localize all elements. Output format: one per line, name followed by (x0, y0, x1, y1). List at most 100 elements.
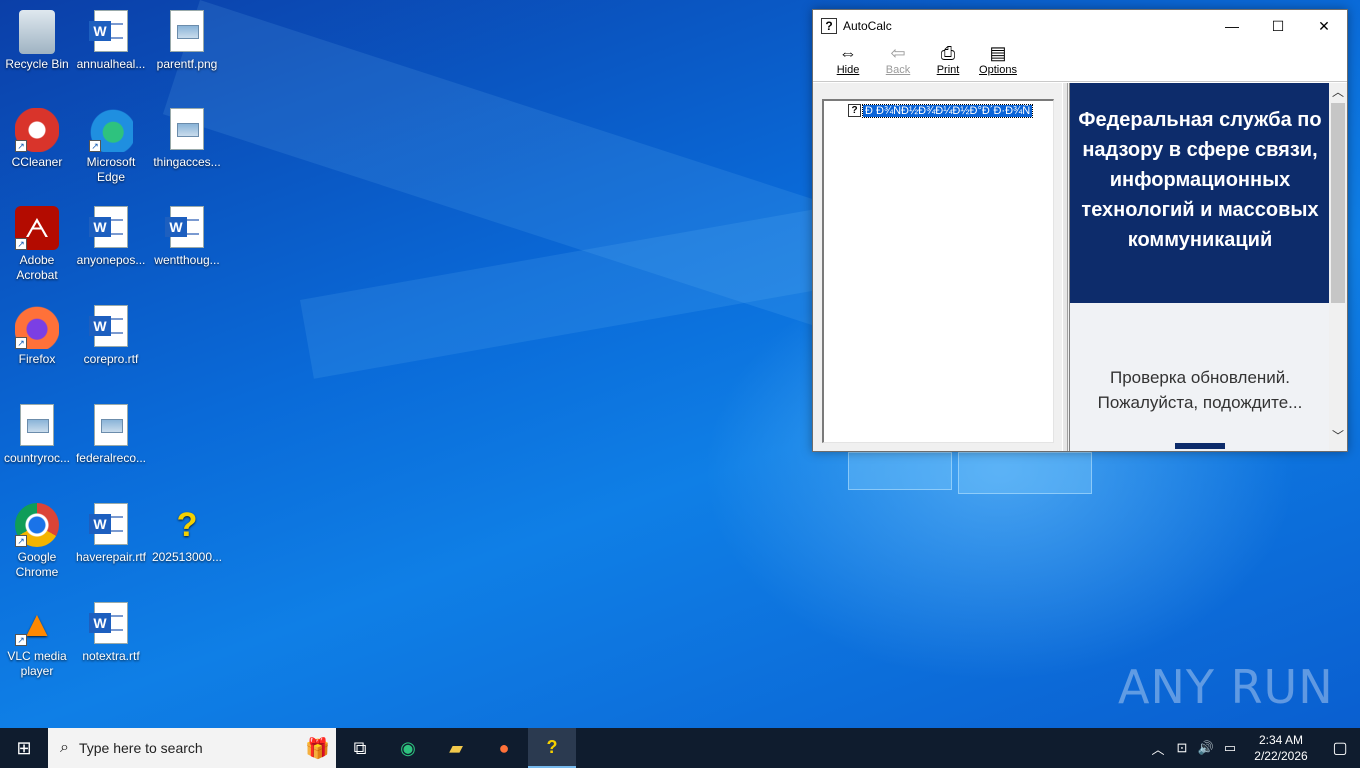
chevron-up-icon[interactable]: ︿ (1146, 739, 1170, 758)
scroll-up-icon[interactable]: ︿ (1329, 83, 1347, 101)
printer-icon: ⎙ (940, 43, 956, 63)
word-doc-icon: W (89, 602, 128, 644)
maximize-button[interactable]: ☐ (1255, 10, 1301, 42)
desktop-icon-label: Recycle Bin (5, 57, 69, 71)
desktop-icon-label: annualheal... (76, 57, 146, 71)
search-placeholder: Type here to search (78, 740, 203, 756)
pane-splitter[interactable] (1062, 83, 1068, 451)
help-toolbar: ⇔ Hide ⇦ Back ⎙ Print ▤ Options (813, 42, 1347, 82)
print-button[interactable]: ⎙ Print (923, 42, 973, 81)
desktop-icon-label: Firefox (18, 352, 56, 366)
desktop-icon-label: haverepair.rtf (75, 550, 147, 564)
folder-icon: ▰ (449, 737, 463, 758)
desktop-icon-label: wentthoug... (154, 253, 220, 267)
desktop-icon-label: Google Chrome (15, 550, 59, 579)
window-titlebar[interactable]: ? AutoCalc — ☐ ✕ (813, 10, 1347, 42)
desktop-icon-help-file[interactable]: ? 202513000... (150, 503, 224, 565)
desktop-icon-label: corepro.rtf (83, 352, 139, 366)
minimize-button[interactable]: — (1209, 10, 1255, 42)
tree-item[interactable]: ? Ð Ð¾ÑÐ½Ð¾Ð¼Ð½Ð°Ð´Ð·Ð¾Ñ (848, 103, 1034, 118)
desktop-icon-label: 202513000... (151, 550, 223, 564)
desktop-icon-label: Adobe Acrobat (16, 253, 58, 282)
back-button[interactable]: ⇦ Back (873, 42, 923, 81)
recycle-bin-icon (19, 10, 55, 54)
back-arrow-icon: ⇦ (890, 43, 906, 63)
desktop-icon-haverepair[interactable]: W haverepair.rtf (74, 503, 148, 565)
desktop-icon-ccleaner[interactable]: ↗ CCleaner (0, 108, 74, 170)
edge-icon: ◉ (400, 737, 416, 758)
desktop-icon-parentf[interactable]: parentf.png (150, 10, 224, 72)
network-icon[interactable]: ⊡ (1170, 740, 1194, 756)
display-icon[interactable]: ▭ (1218, 740, 1242, 756)
desktop-icon-notextra[interactable]: W notextra.rtf (74, 602, 148, 664)
autocalc-window[interactable]: ? AutoCalc — ☐ ✕ ⇔ Hide ⇦ Back ⎙ Print ▤… (812, 9, 1348, 452)
help-app-icon: ? (546, 736, 558, 757)
desktop-icon-label: anyonepos... (76, 253, 146, 267)
vlc-icon: ▲ ↗ (15, 602, 59, 646)
taskbar: ⊞ ⌕ Type here to search 🎁 ⧉ ◉ ▰ ● ? ︿ ⊡ … (0, 728, 1360, 768)
help-topic-icon: ? (848, 104, 861, 117)
desktop-icon-label: countryroc... (3, 451, 71, 465)
desktop-icon-federalreco[interactable]: federalreco... (74, 404, 148, 466)
desktop-icon-firefox[interactable]: ↗ Firefox (0, 305, 74, 367)
word-doc-icon: W (89, 503, 128, 545)
task-view-button[interactable]: ⧉ (336, 728, 384, 768)
desktop-icon-label: thingacces... (153, 155, 221, 169)
image-file-icon (170, 108, 204, 150)
chrome-icon: ↗ (15, 503, 59, 547)
hide-icon: ⇔ (839, 43, 857, 63)
window-title: AutoCalc (843, 19, 892, 33)
clock[interactable]: 2:34 AM 2/22/2026 (1242, 732, 1320, 764)
scroll-thumb[interactable] (1331, 103, 1345, 303)
anyrun-watermark: ANY RUN (1118, 660, 1334, 714)
task-view-icon: ⧉ (353, 737, 367, 758)
help-file-icon: ? (176, 506, 198, 544)
status-message: Проверка обновлений. Пожалуйста, подожди… (1097, 368, 1303, 412)
desktop-icon-anyonepos[interactable]: W anyonepos... (74, 206, 148, 268)
taskbar-autocalc[interactable]: ? (528, 728, 576, 768)
image-file-icon (20, 404, 54, 446)
desktop-icon-thingacces[interactable]: thingacces... (150, 108, 224, 170)
hide-button[interactable]: ⇔ Hide (823, 42, 873, 81)
desktop-icon-annualheal[interactable]: W annualheal... (74, 10, 148, 72)
acrobat-icon: ᗅ ↗ (15, 206, 59, 250)
taskbar-file-explorer[interactable]: ▰ (432, 728, 480, 768)
desktop-icon-vlc[interactable]: ▲ ↗ VLC media player (0, 602, 74, 679)
desktop-icon-chrome[interactable]: ↗ Google Chrome (0, 503, 74, 580)
desktop-icon-label: VLC media player (7, 649, 67, 678)
maximize-icon: ☐ (1271, 17, 1285, 34)
image-file-icon (170, 10, 204, 52)
firefox-icon: ↗ (15, 305, 59, 349)
desktop-icon-acrobat[interactable]: ᗅ ↗ Adobe Acrobat (0, 206, 74, 283)
word-doc-icon: W (89, 10, 128, 52)
desktop-icon-edge[interactable]: ↗ Microsoft Edge (74, 108, 148, 185)
image-file-icon (94, 404, 128, 446)
start-button[interactable]: ⊞ (0, 728, 48, 768)
minimize-icon: — (1225, 18, 1239, 34)
notification-icon[interactable]: ▢ (1320, 738, 1360, 758)
desktop-icon-label: parentf.png (156, 57, 218, 71)
firefox-icon: ● (498, 737, 510, 758)
close-button[interactable]: ✕ (1301, 10, 1347, 42)
contents-tree[interactable]: ? Ð Ð¾ÑÐ½Ð¾Ð¼Ð½Ð°Ð´Ð·Ð¾Ñ (822, 99, 1054, 443)
desktop-icon-countryroc[interactable]: countryroc... (0, 404, 74, 466)
windows-logo-icon: ⊞ (16, 737, 32, 758)
desktop-icon-corepro[interactable]: W corepro.rtf (74, 305, 148, 367)
desktop-icon-label: Microsoft Edge (86, 155, 136, 184)
options-button[interactable]: ▤ Options (973, 42, 1023, 81)
options-icon: ▤ (989, 43, 1007, 63)
taskbar-firefox[interactable]: ● (480, 728, 528, 768)
system-tray: ︿ ⊡ 🔊 ▭ 2:34 AM 2/22/2026 ▢ (1146, 728, 1360, 768)
window-logo-pane (958, 452, 1092, 494)
desktop-icon-wentthoug[interactable]: W wentthoug... (150, 206, 224, 268)
topic-pane: Федеральная служба по надзору в сфере св… (1069, 83, 1347, 451)
scroll-down-icon[interactable]: ﹀ (1329, 427, 1347, 445)
vertical-scrollbar[interactable]: ︿ ﹀ (1329, 83, 1347, 451)
desktop-icon-label: CCleaner (11, 155, 63, 169)
close-icon: ✕ (1318, 17, 1330, 34)
taskbar-search[interactable]: ⌕ Type here to search 🎁 (48, 728, 336, 768)
volume-icon[interactable]: 🔊 (1194, 740, 1218, 756)
taskbar-edge[interactable]: ◉ (384, 728, 432, 768)
desktop-icon-recycle-bin[interactable]: Recycle Bin (0, 10, 74, 72)
ccleaner-icon: ↗ (15, 108, 59, 152)
